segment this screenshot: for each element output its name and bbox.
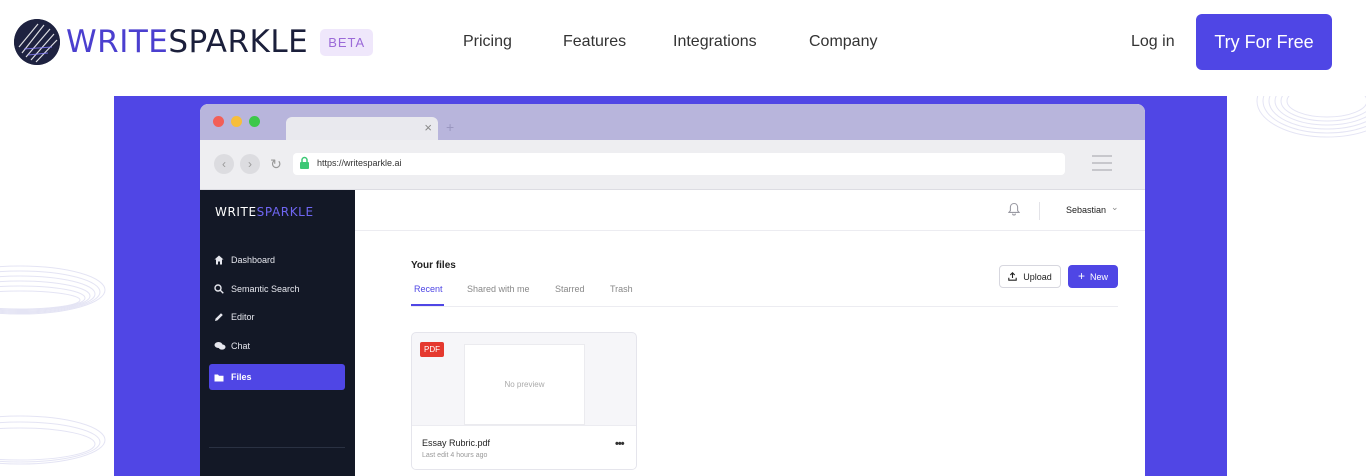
brand-wordmark: WRITESPARKLE: [66, 24, 308, 60]
nav-features[interactable]: Features: [563, 33, 626, 51]
sidebar-item-label: Files: [231, 372, 252, 382]
file-card: PDF No preview Essay Rubric.pdf Last edi…: [411, 332, 637, 470]
chat-icon: [209, 341, 231, 351]
file-card-footer: Essay Rubric.pdf Last edit 4 hours ago •…: [412, 425, 636, 469]
sidebar-item-label: Semantic Search: [231, 284, 300, 294]
reload-icon: ↻: [270, 156, 282, 172]
nav-integrations[interactable]: Integrations: [673, 33, 757, 51]
browser-mockup: × + ‹ › ↻ https://writesparkle.ai WRITES…: [200, 104, 1145, 476]
more-options-icon: •••: [615, 438, 625, 450]
sidebar-divider: [209, 447, 345, 448]
pencil-icon: [209, 312, 231, 322]
header-separator: [1039, 202, 1040, 220]
home-icon: [209, 255, 231, 265]
file-name: Essay Rubric.pdf: [422, 438, 491, 448]
close-window-dot-icon: [213, 116, 224, 127]
login-link[interactable]: Log in: [1131, 33, 1175, 51]
tabs-divider: [411, 306, 1118, 307]
site-header: WRITESPARKLE BETA Pricing Features Integ…: [0, 0, 1366, 96]
new-tab-icon: +: [446, 119, 455, 135]
app-brand-second: SPARKLE: [256, 205, 314, 219]
back-arrow-icon: ‹: [214, 154, 234, 174]
brand-logo[interactable]: WRITESPARKLE BETA: [14, 19, 374, 65]
upload-button: Upload: [999, 265, 1061, 288]
tab-recent: Recent: [414, 284, 443, 294]
tab-shared-with-me: Shared with me: [467, 284, 530, 294]
browser-menu-icon: [1092, 155, 1112, 176]
forward-arrow-icon: ›: [240, 154, 260, 174]
bell-icon: [1008, 202, 1020, 216]
try-for-free-button[interactable]: Try For Free: [1196, 14, 1332, 70]
sidebar-item-label: Chat: [231, 341, 251, 351]
folder-icon: [209, 373, 231, 382]
sidebar-item-chat: Chat: [209, 333, 345, 359]
pdf-badge: PDF: [420, 342, 444, 357]
lock-icon: [300, 156, 309, 169]
new-file-button: + New: [1068, 265, 1118, 288]
browser-tab: ×: [286, 117, 438, 140]
decorative-wave-right: [1256, 96, 1366, 138]
sidebar-item-dashboard: Dashboard: [209, 247, 345, 273]
app-header: Sebastian ⌄: [355, 190, 1145, 231]
brand-word-second: SPARKLE: [168, 24, 309, 60]
beta-badge: BETA: [320, 28, 374, 56]
file-last-edit: Last edit 4 hours ago: [422, 452, 488, 459]
sidebar-item-editor: Editor: [209, 304, 345, 330]
decorative-wave-left: [0, 265, 106, 465]
tab-starred: Starred: [555, 284, 585, 294]
search-icon: [209, 284, 231, 294]
no-preview-text: No preview: [504, 380, 545, 389]
tab-trash: Trash: [610, 284, 633, 294]
file-preview: No preview: [464, 344, 585, 425]
upload-label: Upload: [1023, 271, 1052, 282]
app-logo: WRITESPARKLE: [215, 205, 314, 219]
tab-close-icon: ×: [424, 120, 432, 135]
url-bar: https://writesparkle.ai: [293, 153, 1065, 175]
browser-toolbar: ‹ › ↻ https://writesparkle.ai: [200, 140, 1145, 190]
sidebar-item-label: Dashboard: [231, 255, 276, 265]
maximize-window-dot-icon: [249, 116, 260, 127]
browser-tab-bar: × +: [200, 104, 1145, 140]
app-sidebar: WRITESPARKLE Dashboard Semantic Search E…: [200, 190, 355, 476]
sidebar-item-semantic-search: Semantic Search: [209, 276, 345, 302]
app-brand-first: WRITE: [215, 205, 257, 219]
new-label: New: [1090, 271, 1109, 282]
sidebar-item-files: Files: [209, 364, 345, 390]
user-name: Sebastian: [1066, 205, 1107, 215]
files-title: Your files: [411, 260, 456, 271]
upload-icon: [1008, 272, 1017, 281]
minimize-window-dot-icon: [231, 116, 242, 127]
nav-pricing[interactable]: Pricing: [463, 33, 512, 51]
nav-company[interactable]: Company: [809, 33, 877, 51]
plus-icon: +: [1077, 269, 1085, 283]
brand-word-first: WRITE: [66, 24, 169, 60]
url-text: https://writesparkle.ai: [317, 158, 402, 168]
logo-mark-icon: [14, 19, 60, 65]
chevron-down-icon: ⌄: [1111, 202, 1119, 212]
sidebar-item-label: Editor: [231, 312, 255, 322]
